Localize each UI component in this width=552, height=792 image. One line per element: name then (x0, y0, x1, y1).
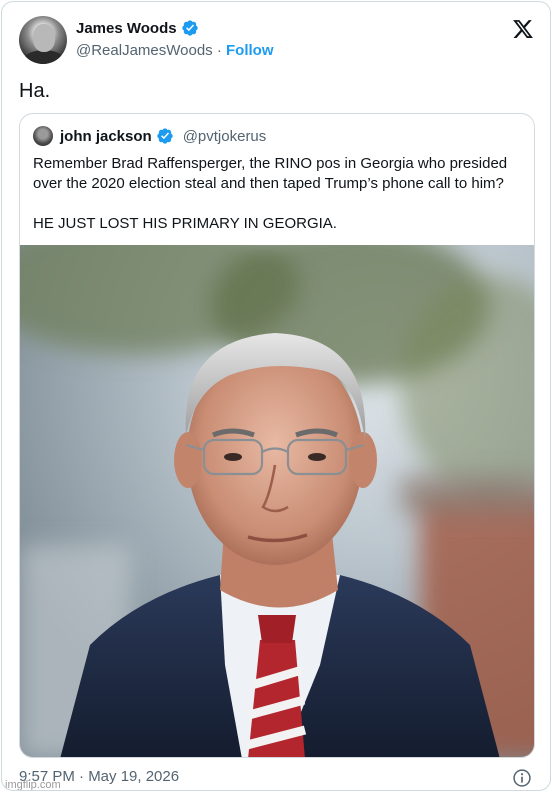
follow-button[interactable]: Follow (226, 42, 274, 59)
quoted-text-line: Remember Brad Raffensperger, the RINO po… (33, 155, 508, 172)
quoted-text-line: HE JUST LOST HIS PRIMARY IN GEORGIA. (33, 215, 337, 232)
x-logo-icon[interactable] (512, 18, 534, 40)
imgflip-watermark: imgflip.com (5, 779, 61, 791)
tweet-header: James Woods @RealJamesWoods · Follow (19, 16, 536, 66)
author-handle-row: @RealJamesWoods · Follow (76, 42, 274, 59)
quoted-tweet[interactable]: john jackson @pvtjokerus Remember Brad R… (19, 113, 535, 758)
author-name-text[interactable]: James Woods (76, 20, 177, 37)
author-handle[interactable]: @RealJamesWoods (76, 42, 213, 59)
tweet-text: Ha. (19, 80, 51, 102)
quoted-text: Remember Brad Raffensperger, the RINO po… (33, 154, 523, 234)
quoted-avatar[interactable] (33, 126, 53, 146)
author-display-name[interactable]: James Woods (76, 19, 199, 37)
author-names: James Woods @RealJamesWoods · Follow (76, 19, 274, 59)
quoted-author-handle[interactable]: @pvtjokerus (183, 128, 267, 145)
quoted-text-line: over the 2020 election steal and then ta… (33, 175, 504, 192)
quoted-header: john jackson @pvtjokerus (33, 126, 266, 146)
tweet-card: James Woods @RealJamesWoods · Follow Ha.… (1, 1, 551, 791)
quoted-verified-badge-icon (157, 128, 173, 144)
author-avatar[interactable] (19, 16, 67, 64)
quoted-photo[interactable] (20, 245, 535, 758)
quoted-author-name[interactable]: john jackson (60, 128, 152, 145)
verified-badge-icon (181, 20, 198, 36)
separator-dot: · (216, 41, 222, 59)
info-icon[interactable] (512, 768, 532, 788)
